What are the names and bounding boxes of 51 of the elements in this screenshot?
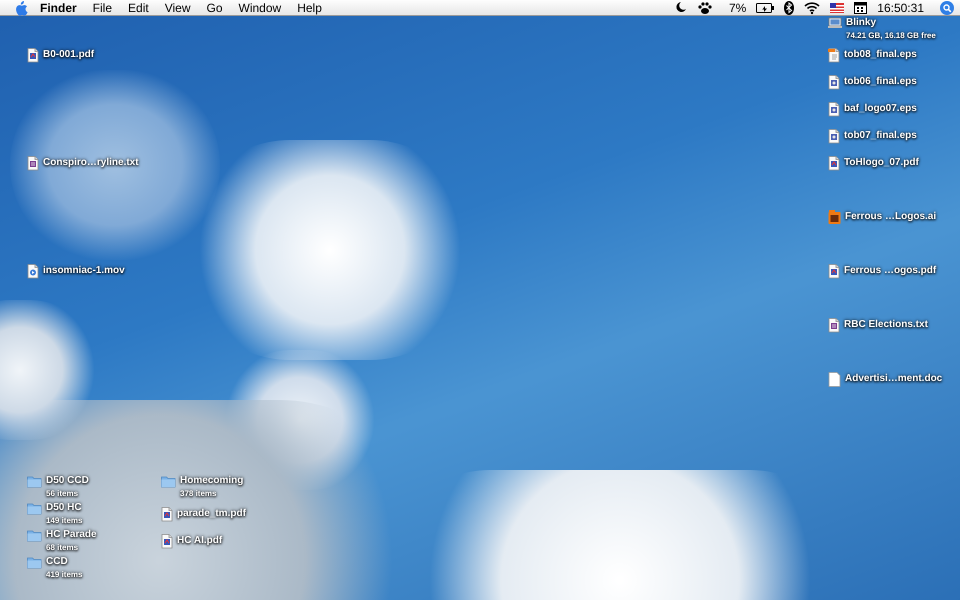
pdf-document-icon[interactable] bbox=[27, 48, 39, 63]
pdf-document-icon[interactable] bbox=[828, 156, 840, 171]
clock[interactable]: 16:50:31 bbox=[877, 0, 924, 16]
item-info: 68 items bbox=[46, 542, 80, 554]
flag-icon[interactable] bbox=[830, 2, 844, 12]
apple-logo-icon[interactable] bbox=[14, 0, 28, 16]
file-name[interactable]: Ferrous …Logos.ai bbox=[845, 210, 936, 223]
file-name[interactable]: B0-001.pdf bbox=[43, 48, 94, 61]
file-name[interactable]: ToHlogo_07.pdf bbox=[844, 156, 919, 169]
battery-icon[interactable] bbox=[756, 2, 774, 14]
file-name[interactable]: Ferrous …ogos.pdf bbox=[844, 264, 936, 277]
menu-item[interactable]: View bbox=[164, 0, 190, 16]
spotlight-search-icon[interactable] bbox=[940, 0, 954, 14]
eps-document-icon[interactable] bbox=[828, 75, 840, 90]
illustrator-file-icon[interactable] bbox=[828, 210, 841, 224]
item-info: 378 items bbox=[180, 488, 218, 500]
paw-icon[interactable] bbox=[696, 0, 713, 14]
document-icon[interactable] bbox=[828, 48, 840, 63]
battery-percentage: 7% bbox=[728, 0, 746, 16]
blank-document-icon[interactable] bbox=[828, 372, 841, 387]
file-name[interactable]: tob07_final.eps bbox=[844, 129, 917, 142]
item-info: 74.21 GB, 16.18 GB free bbox=[846, 30, 936, 42]
file-name[interactable]: Blinky bbox=[846, 16, 936, 29]
movie-file-icon[interactable] bbox=[27, 264, 39, 279]
file-name[interactable]: insomniac-1.mov bbox=[43, 264, 125, 277]
file-name[interactable]: tob08_final.eps bbox=[844, 48, 917, 61]
item-info: 419 items bbox=[46, 569, 82, 581]
moon-icon[interactable] bbox=[674, 1, 687, 14]
text-document-icon[interactable] bbox=[828, 318, 840, 333]
item-info: 56 items bbox=[46, 488, 80, 500]
menu-item[interactable]: Help bbox=[297, 0, 322, 16]
eps-document-icon[interactable] bbox=[828, 129, 840, 144]
text-document-icon[interactable] bbox=[27, 156, 39, 171]
file-name[interactable]: tob06_final.eps bbox=[844, 75, 917, 88]
app-menu[interactable]: Finder bbox=[40, 0, 77, 16]
item-info: 149 items bbox=[46, 515, 82, 527]
file-name[interactable]: Advertisi…ment.doc bbox=[845, 372, 942, 385]
pdf-document-icon[interactable] bbox=[161, 534, 173, 549]
eps-document-icon[interactable] bbox=[828, 102, 840, 117]
pdf-document-icon[interactable] bbox=[161, 507, 173, 522]
file-name[interactable]: baf_logo07.eps bbox=[844, 102, 917, 115]
calendar-icon[interactable] bbox=[854, 1, 868, 14]
wifi-icon[interactable] bbox=[804, 0, 820, 14]
menu-item[interactable]: File bbox=[92, 0, 112, 16]
bluetooth-icon[interactable] bbox=[784, 0, 794, 14]
menu-item[interactable]: Edit bbox=[128, 0, 149, 16]
file-name[interactable]: RBC Elections.txt bbox=[844, 318, 928, 331]
pdf-document-icon[interactable] bbox=[828, 264, 840, 279]
file-name[interactable]: Conspiro…ryline.txt bbox=[43, 156, 139, 169]
menu-item[interactable]: Window bbox=[238, 0, 282, 16]
menu-item[interactable]: Go bbox=[206, 0, 223, 16]
